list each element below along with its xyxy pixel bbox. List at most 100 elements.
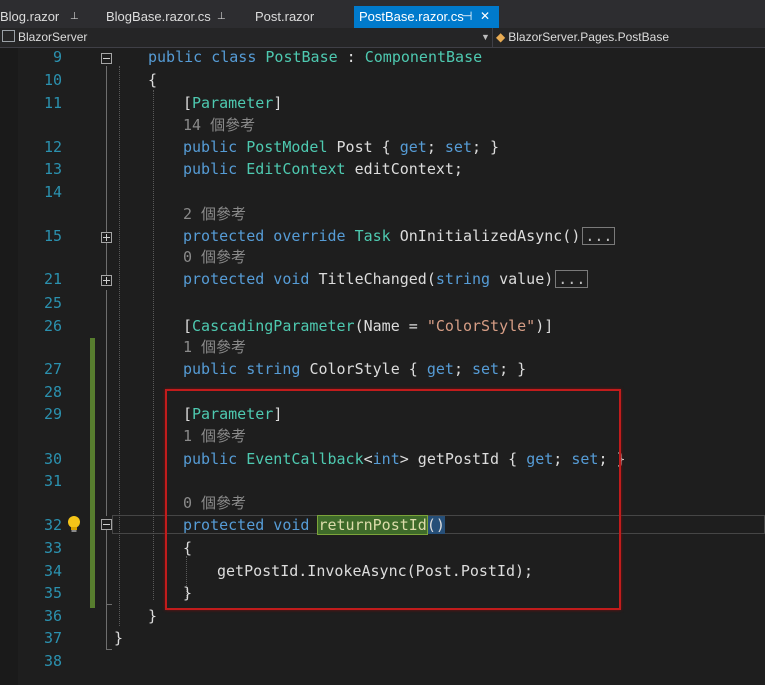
line-number: 32 — [43, 516, 62, 534]
fold-line — [106, 245, 107, 275]
keyword: get — [426, 360, 454, 378]
code-line-27[interactable]: public string ColorStyle { get; set; } — [183, 360, 526, 378]
line-number: 37 — [43, 629, 62, 647]
tab-post-razor[interactable]: Post.razor — [255, 6, 335, 28]
code-line-13[interactable]: public EditContext editContext; — [183, 160, 463, 178]
punctuation: ; } — [472, 138, 500, 156]
type-name: EditContext — [246, 160, 346, 178]
punctuation: [ — [183, 317, 193, 335]
lightbulb-icon[interactable] — [66, 515, 82, 533]
keyword: protected override — [183, 227, 355, 245]
base-class: ComponentBase — [364, 48, 483, 66]
class-icon: ◆ — [496, 30, 506, 44]
fold-line — [106, 290, 107, 516]
keyword: public — [183, 138, 247, 156]
code-line-10[interactable]: { — [148, 71, 157, 89]
keyword: string — [435, 270, 491, 288]
line-number: 33 — [43, 539, 62, 557]
line-number: 38 — [43, 652, 62, 670]
tab-label: Blog.razor — [0, 9, 60, 24]
punctuation: [ — [183, 94, 193, 112]
code-line-9[interactable]: public class PostBase : ComponentBase — [148, 48, 482, 66]
line-number: 29 — [43, 405, 62, 423]
identifier: (Name = — [354, 317, 427, 335]
identifier: value) — [490, 270, 554, 288]
pin-icon[interactable]: ⊥ — [70, 6, 79, 27]
nav-divider — [492, 28, 493, 47]
fold-end-tick — [106, 604, 112, 605]
project-dropdown[interactable]: BlazorServer ▼ — [0, 29, 490, 46]
close-icon[interactable]: ✕ — [480, 6, 490, 27]
code-line-21[interactable]: protected void TitleChanged(string value… — [183, 270, 589, 288]
identifier: ColorStyle { — [309, 360, 427, 378]
pin-icon[interactable]: ⊣ — [462, 6, 472, 27]
pin-icon[interactable]: ⊥ — [217, 6, 226, 27]
line-number: 15 — [43, 227, 62, 245]
line-number: 28 — [43, 383, 62, 401]
dropdown-arrow-icon[interactable]: ▼ — [481, 29, 490, 45]
class-name: PostBase — [265, 48, 338, 66]
code-line-36[interactable]: } — [148, 607, 157, 625]
line-number: 10 — [43, 71, 62, 89]
indent-guide — [153, 90, 154, 600]
fold-line — [106, 66, 107, 252]
attribute: CascadingParameter — [192, 317, 355, 335]
code-line-11[interactable]: [Parameter] — [183, 94, 282, 112]
keyword: get — [399, 138, 427, 156]
expand-icon[interactable] — [101, 275, 112, 286]
line-number: 25 — [43, 294, 62, 312]
line-number: 31 — [43, 472, 62, 490]
type-dropdown[interactable]: ◆ BlazorServer.Pages.PostBase — [496, 29, 765, 46]
keyword: set — [444, 138, 472, 156]
collapsed-region[interactable]: ... — [582, 227, 616, 245]
codelens-references[interactable]: 0 個參考 — [183, 248, 246, 266]
tab-label: Post.razor — [255, 9, 315, 24]
type-name: BlazorServer.Pages.PostBase — [508, 30, 669, 44]
code-line-26[interactable]: [CascadingParameter(Name = "ColorStyle")… — [183, 317, 553, 335]
csharp-project-icon — [2, 30, 15, 42]
tab-blogbase-razor-cs[interactable]: BlogBase.razor.cs ⊥ — [106, 6, 236, 28]
indicator-margin — [0, 48, 18, 685]
tab-label: PostBase.razor.cs — [359, 9, 464, 24]
tab-postbase-razor-cs[interactable]: PostBase.razor.cs ⊣ ✕ — [354, 6, 499, 28]
codelens-references[interactable]: 14 個參考 — [183, 116, 255, 134]
identifier: Post { — [327, 138, 400, 156]
line-number: 35 — [43, 584, 62, 602]
punctuation: ; — [426, 138, 445, 156]
line-number: 30 — [43, 450, 62, 468]
line-number: 12 — [43, 138, 62, 156]
fold-line — [106, 530, 107, 650]
change-tracking-bar — [90, 338, 95, 608]
navigation-bar: BlazorServer ▼ ◆ BlazorServer.Pages.PostB… — [0, 28, 765, 48]
keyword: public class — [148, 48, 266, 66]
collapse-icon[interactable] — [101, 53, 112, 64]
line-number: 11 — [43, 94, 62, 112]
tab-label: BlogBase.razor.cs — [106, 9, 211, 24]
collapse-icon[interactable] — [101, 519, 112, 530]
method-name: TitleChanged( — [318, 270, 436, 288]
punctuation: ; — [453, 360, 472, 378]
identifier: editContext; — [345, 160, 463, 178]
type-name: PostModel — [246, 138, 328, 156]
expand-icon[interactable] — [101, 232, 112, 243]
document-tab-bar: Blog.razor ⊥ BlogBase.razor.cs ⊥ Post.ra… — [0, 0, 765, 28]
codelens-references[interactable]: 1 個參考 — [183, 338, 246, 356]
line-number: 27 — [43, 360, 62, 378]
line-number: 14 — [43, 183, 62, 201]
keyword: public string — [183, 360, 310, 378]
code-line-37[interactable]: } — [114, 629, 123, 647]
line-number: 34 — [43, 562, 62, 580]
collapsed-region[interactable]: ... — [555, 270, 589, 288]
type-name: Task — [354, 227, 391, 245]
highlight-annotation-box — [165, 389, 621, 610]
code-line-15[interactable]: protected override Task OnInitializedAsy… — [183, 227, 616, 245]
string-literal: "ColorStyle" — [426, 317, 536, 335]
code-line-12[interactable]: public PostModel Post { get; set; } — [183, 138, 499, 156]
punctuation: ] — [273, 94, 283, 112]
tab-blog-razor[interactable]: Blog.razor ⊥ — [0, 6, 88, 28]
line-number: 13 — [43, 160, 62, 178]
line-number: 9 — [52, 48, 62, 66]
attribute: Parameter — [192, 94, 274, 112]
punctuation: )] — [535, 317, 554, 335]
codelens-references[interactable]: 2 個參考 — [183, 205, 246, 223]
